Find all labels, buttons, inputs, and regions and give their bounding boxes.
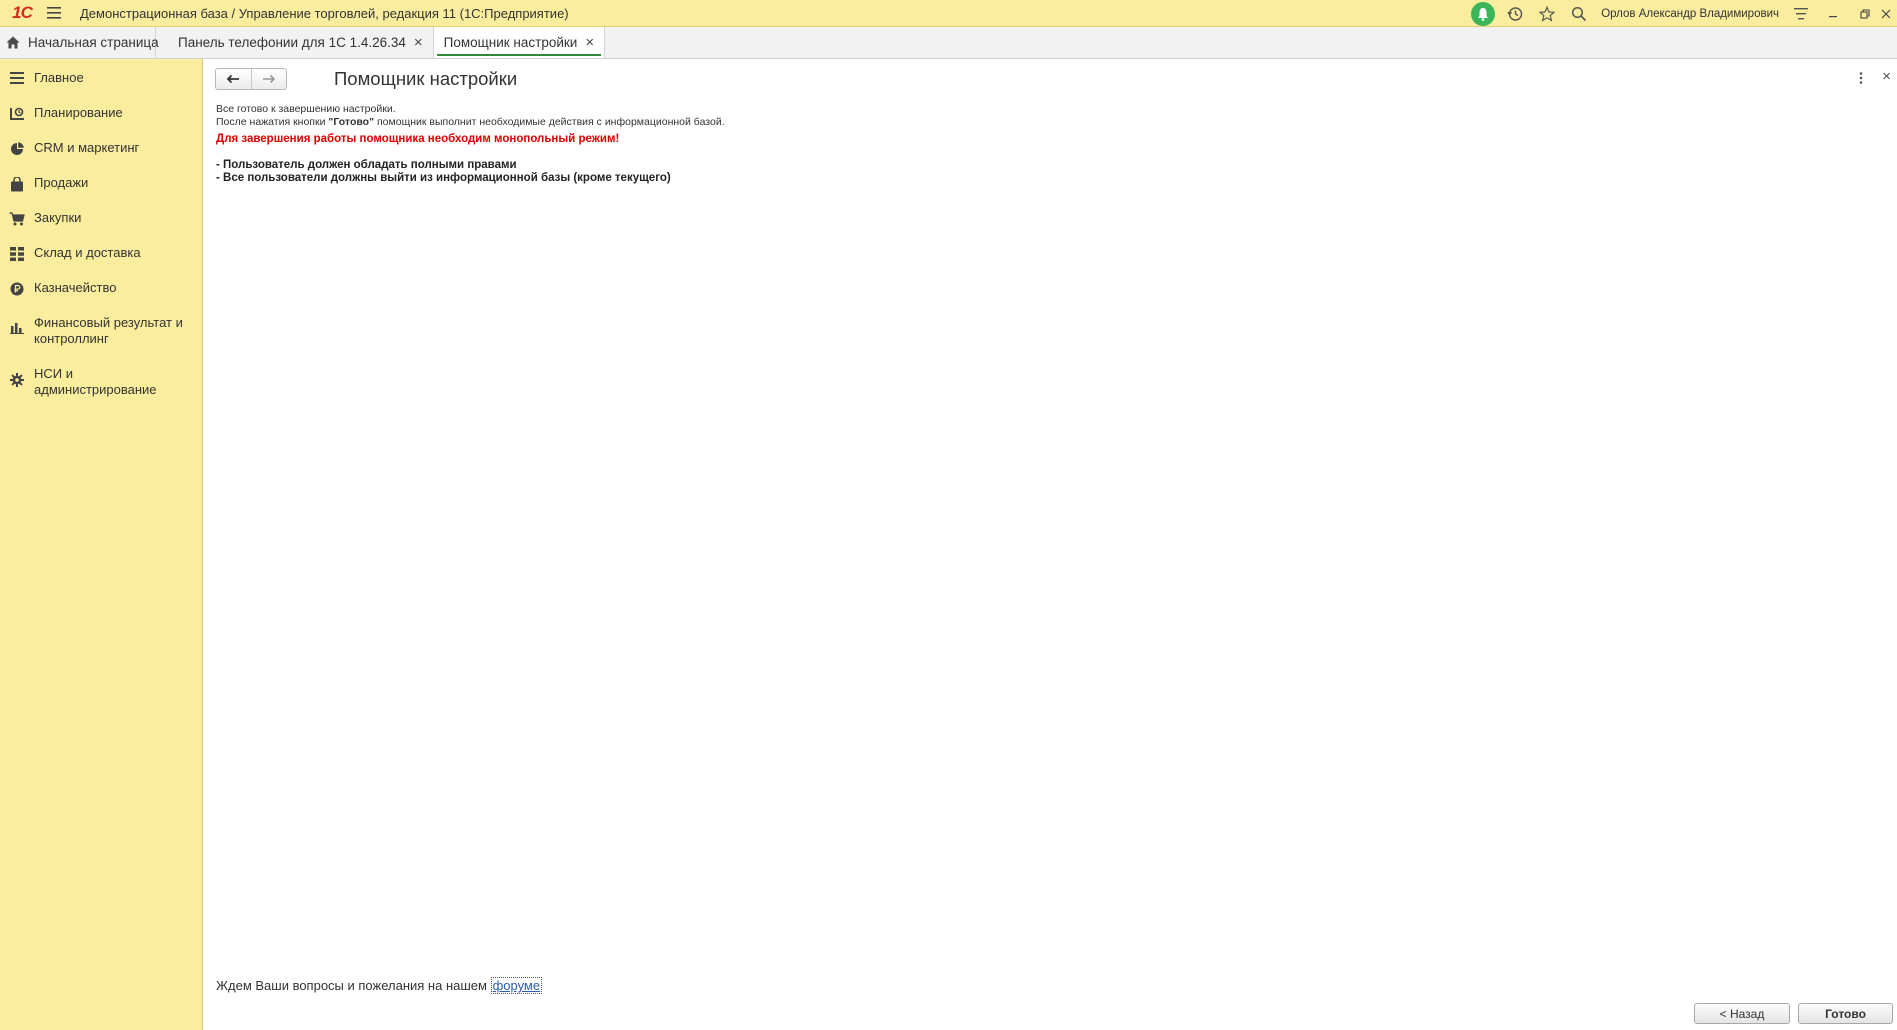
history-icon[interactable] — [1499, 0, 1531, 27]
sidebar-item-label: Казначейство — [34, 280, 117, 295]
close-form-icon[interactable]: × — [1882, 68, 1891, 85]
tab-bar: Начальная страница Панель телефонии для … — [0, 27, 1897, 59]
sidebar-item-label: Закупки — [34, 210, 82, 225]
sidebar-item-label: Финансовый результат и контроллинг — [34, 315, 183, 346]
forward-arrow-icon[interactable] — [250, 69, 287, 89]
search-icon[interactable] — [1563, 0, 1595, 27]
requirement-1: - Пользователь должен обладать полными п… — [216, 159, 517, 171]
sidebar-item-warehouse[interactable]: Склад и доставка — [0, 245, 194, 261]
restore-icon[interactable] — [1849, 0, 1881, 27]
pie-icon — [0, 140, 34, 156]
history-nav — [215, 68, 287, 90]
close-icon[interactable] — [1881, 0, 1897, 27]
back-arrow-icon[interactable] — [216, 69, 251, 89]
tab-close-icon[interactable]: × — [585, 34, 594, 51]
ruble-icon — [0, 280, 34, 296]
sidebar-item-treasury[interactable]: Казначейство — [0, 280, 194, 296]
minimize-icon[interactable] — [1817, 0, 1849, 27]
tab-home[interactable]: Начальная страница — [0, 27, 159, 58]
more-options-icon[interactable] — [1859, 71, 1863, 89]
sidebar-item-main[interactable]: Главное — [0, 70, 194, 86]
sidebar-item-label: Продажи — [34, 175, 89, 190]
tab-telephony-panel[interactable]: Панель телефонии для 1С 1.4.26.34 × — [156, 27, 434, 58]
title-bar: 1С Демонстрационная база / Управление то… — [0, 0, 1897, 27]
info-line-2-pre: После нажатия кнопки — [216, 116, 329, 128]
requirement-2: - Все пользователи должны выйти из инфор… — [216, 172, 671, 184]
cart-icon — [0, 210, 34, 226]
feedback-label: Ждем Ваши вопросы и пожелания на нашем — [216, 978, 491, 993]
info-line-2-bold: "Готово" — [328, 116, 375, 128]
info-line-1: Все готово к завершению настройки. — [216, 103, 396, 115]
done-button[interactable]: Готово — [1798, 1003, 1893, 1024]
tab-label: Панель телефонии для 1С 1.4.26.34 — [178, 35, 406, 50]
logo-text: 1С — [12, 3, 33, 22]
chart-icon — [0, 315, 34, 334]
user-name[interactable]: Орлов Александр Владимирович — [1601, 8, 1779, 20]
sidebar-item-sales[interactable]: Продажи — [0, 175, 194, 192]
sidebar-item-label: Главное — [34, 70, 84, 85]
forum-link[interactable]: форуме — [490, 977, 543, 994]
app-logo[interactable]: 1С — [4, 0, 40, 27]
sidebar-item-admin[interactable]: НСИ и администрирование — [0, 366, 164, 398]
gear-icon — [0, 366, 34, 387]
sidebar-item-purchases[interactable]: Закупки — [0, 210, 194, 226]
star-icon[interactable] — [1531, 0, 1563, 27]
grid-icon — [0, 245, 34, 261]
sidebar-item-crm[interactable]: CRM и маркетинг — [0, 140, 194, 156]
settings-icon[interactable] — [1785, 0, 1817, 27]
sidebar-item-planning[interactable]: Планирование — [0, 105, 194, 121]
bag-icon — [0, 175, 34, 192]
window-title: Демонстрационная база / Управление торго… — [80, 5, 569, 21]
home-icon — [6, 36, 20, 49]
tab-setup-assistant[interactable]: Помощник настройки × — [433, 27, 606, 58]
sidebar-item-financial-result[interactable]: Финансовый результат и контроллинг — [0, 315, 194, 347]
sidebar-item-label: НСИ и администрирование — [34, 366, 157, 397]
back-button[interactable]: < Назад — [1694, 1003, 1790, 1024]
main-panel: Помощник настройки × Все готово к заверш… — [204, 59, 1897, 1030]
info-line-2: После нажатия кнопки "Готово" помощник в… — [216, 116, 725, 128]
tab-label: Помощник настройки — [443, 35, 578, 50]
tab-label: Начальная страница — [28, 35, 159, 50]
bell-icon[interactable] — [1467, 0, 1499, 27]
sidebar: Главное Планирование CRM и маркетинг Про… — [0, 59, 203, 1030]
list-icon — [0, 70, 34, 84]
exclusive-mode-warning: Для завершения работы помощника необходи… — [216, 133, 620, 145]
planning-icon — [0, 105, 34, 121]
tab-close-icon[interactable]: × — [414, 34, 423, 51]
info-line-2-post: помощник выполнит необходимые действия с… — [374, 116, 725, 128]
feedback-text: Ждем Ваши вопросы и пожелания на нашем ф… — [216, 977, 543, 994]
page-title: Помощник настройки — [334, 68, 518, 89]
sidebar-item-label: Склад и доставка — [34, 245, 141, 260]
sidebar-item-label: Планирование — [34, 105, 123, 120]
menu-icon[interactable] — [40, 0, 68, 27]
sidebar-item-label: CRM и маркетинг — [34, 140, 140, 155]
